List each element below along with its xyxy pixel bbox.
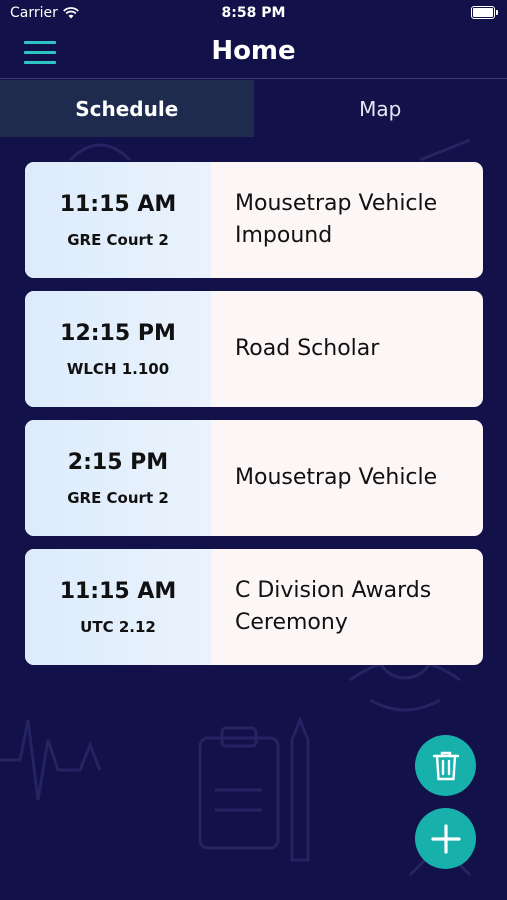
card-time-panel: 12:15 PM WLCH 1.100 [25,291,211,407]
nav-bar: Home [0,28,507,79]
event-time: 11:15 AM [59,578,177,604]
event-time: 2:15 PM [67,449,169,475]
schedule-card[interactable]: 11:15 AM GRE Court 2 Mousetrap Vehicle I… [25,162,483,278]
page-title: Home [211,36,296,66]
event-name: Mousetrap Vehicle [235,465,438,490]
event-time: 12:15 PM [60,320,176,346]
event-name: C Division Awards Ceremony [235,578,432,635]
card-time-panel: 11:15 AM GRE Court 2 [25,162,211,278]
schedule-card[interactable]: 12:15 PM WLCH 1.100 Road Scholar [25,291,483,407]
tab-schedule[interactable]: Schedule [0,80,254,137]
event-time: 11:15 AM [59,191,177,217]
event-location: GRE Court 2 [67,230,169,249]
trash-icon [432,751,459,780]
schedule-card[interactable]: 2:15 PM GRE Court 2 Mousetrap Vehicle [25,420,483,536]
delete-button[interactable] [415,735,476,796]
schedule-card[interactable]: 11:15 AM UTC 2.12 C Division Awards Cere… [25,549,483,665]
event-name: Mousetrap Vehicle Impound [235,191,438,248]
event-location: UTC 2.12 [80,617,156,636]
add-button[interactable] [415,808,476,869]
status-time: 8:58 PM [221,5,286,21]
tab-map[interactable]: Map [254,80,507,137]
tab-bar: Schedule Map [0,80,507,137]
plus-icon [430,823,461,854]
status-bar: Carrier 8:58 PM [0,0,507,28]
event-location: GRE Court 2 [67,488,169,507]
battery-icon [471,6,498,19]
card-time-panel: 2:15 PM GRE Court 2 [25,420,211,536]
event-location: WLCH 1.100 [66,359,170,378]
schedule-list: 11:15 AM GRE Court 2 Mousetrap Vehicle I… [25,162,483,678]
card-time-panel: 11:15 AM UTC 2.12 [25,549,211,665]
event-name: Road Scholar [235,336,380,361]
